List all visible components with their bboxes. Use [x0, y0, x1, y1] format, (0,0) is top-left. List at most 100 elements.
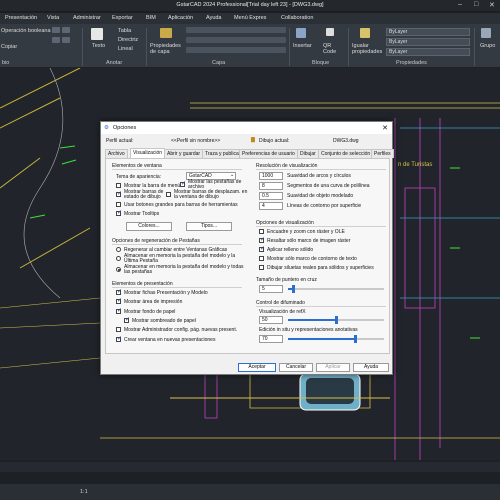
grupo-button[interactable]: Grupo	[480, 43, 495, 49]
divider	[112, 287, 242, 288]
tool-icon[interactable]	[62, 27, 70, 33]
fondo-papel-checkbox[interactable]	[116, 307, 122, 314]
tool-icon[interactable]	[52, 27, 60, 33]
area-impresion-label: Mostrar área de impresión	[124, 299, 183, 305]
lineweight-bylayer-select[interactable]: ByLayer	[386, 48, 470, 56]
edicion-slider-knob[interactable]	[354, 335, 358, 343]
text-icon[interactable]	[91, 28, 103, 40]
tab-preferencias[interactable]: Preferencias de usuario	[239, 149, 298, 158]
scrollbars-checkbox[interactable]	[166, 192, 171, 197]
command-line[interactable]	[0, 462, 500, 472]
marco-texto-checkbox[interactable]	[259, 256, 264, 261]
almacenar-todas-label: Almacenar en memoria la pestaña del mode…	[124, 264, 244, 275]
contorno-input[interactable]: 4	[259, 202, 283, 210]
tab-dibujar[interactable]: Dibujar	[297, 149, 319, 158]
divider	[256, 306, 386, 307]
color-bylayer-select[interactable]: ByLayer	[386, 28, 470, 36]
admin-config-checkbox[interactable]	[116, 327, 121, 332]
file-tabs-checkbox[interactable]	[180, 180, 186, 187]
lineal-button[interactable]: Lineal	[118, 46, 133, 52]
tooltips-checkbox[interactable]	[116, 209, 122, 216]
tool-icon[interactable]	[62, 37, 70, 43]
puntero-slider-knob[interactable]	[291, 285, 295, 293]
insert-icon[interactable]	[296, 28, 306, 38]
menu-item-menu-expres[interactable]: Menú Expres	[234, 15, 266, 21]
edicion-slider[interactable]	[288, 335, 384, 343]
menu-item-presentacion[interactable]: Presentación	[5, 15, 37, 21]
close-icon[interactable]: ✕	[489, 1, 495, 9]
almacenar-todas-radio[interactable]	[116, 267, 121, 272]
layer-properties-icon[interactable]	[160, 28, 172, 38]
crear-ventana-checkbox[interactable]	[116, 335, 122, 342]
tab-seleccion[interactable]: Conjunto de selección	[318, 149, 374, 158]
maximize-icon[interactable]: □	[474, 1, 478, 8]
crear-ventana-label: Crear ventana en nuevas presentaciones	[124, 337, 216, 343]
menu-item-exportar[interactable]: Exportar	[112, 15, 133, 21]
puntero-input[interactable]: 5	[259, 285, 283, 293]
minimize-icon[interactable]: –	[458, 1, 462, 8]
ayuda-button[interactable]: Ayuda	[353, 363, 389, 372]
tab-archivo[interactable]: Archivo	[105, 149, 128, 158]
copy-button[interactable]: Copiar	[1, 44, 17, 50]
tipos-button[interactable]: Tipos...	[186, 222, 232, 231]
match-properties-icon[interactable]	[360, 28, 370, 38]
dialog-close-icon[interactable]: ✕	[382, 124, 388, 132]
raster-ole-checkbox[interactable]	[259, 229, 264, 234]
relleno-solido-checkbox[interactable]	[259, 245, 265, 252]
xref-slider[interactable]	[288, 316, 384, 324]
puntero-slider[interactable]	[288, 285, 384, 293]
zoom-value: 1:1	[80, 489, 88, 495]
sombreado-checkbox[interactable]	[124, 316, 130, 323]
options-dialog: ⚙ Opciones ✕ Perfil actual: <<Perfil sin…	[100, 121, 394, 375]
cancelar-button[interactable]: Cancelar	[279, 363, 313, 372]
layer-toolbar-icons[interactable]	[186, 37, 286, 43]
menu-item-collaboration[interactable]: Collaboration	[281, 15, 313, 21]
colores-button[interactable]: Colores...	[126, 222, 172, 231]
tab-perfiles[interactable]: Perfiles	[371, 149, 394, 158]
propiedades-capa-button[interactable]: Propiedades de capa	[150, 43, 184, 55]
almacenar-ultima-radio[interactable]	[116, 256, 121, 261]
modelado-input[interactable]: 0.5	[259, 192, 283, 200]
menu-item-ayuda[interactable]: Ayuda	[206, 15, 222, 21]
texto-button[interactable]: Texto	[92, 43, 105, 49]
menu-item-aplicacion[interactable]: Aplicación	[168, 15, 193, 21]
insertar-button[interactable]: Insertar	[293, 43, 312, 49]
layer-toolbar-icons[interactable]	[186, 47, 286, 53]
igualar-propiedades-button[interactable]: Igualar propiedades	[352, 43, 382, 55]
xref-slider-knob[interactable]	[335, 316, 338, 324]
status-bars-checkbox[interactable]	[116, 190, 122, 197]
divider	[256, 169, 386, 170]
siluetas-checkbox[interactable]	[259, 265, 264, 270]
menu-bar-checkbox[interactable]	[116, 183, 121, 188]
ribbon: Operación booleana Copiar Texto Tabla Di…	[0, 24, 500, 68]
boolean-op-button[interactable]: Operación booleana	[1, 28, 51, 34]
menu-item-administrar[interactable]: Administrar	[73, 15, 101, 21]
arcos-input[interactable]: 1000	[259, 172, 283, 180]
large-buttons-checkbox[interactable]	[116, 202, 121, 207]
marco-raster-checkbox[interactable]	[259, 236, 265, 243]
aceptar-button[interactable]: Aceptar	[238, 363, 276, 372]
tab-abrir-guardar[interactable]: Abrir y guardar	[164, 149, 204, 158]
edicion-input[interactable]: 70	[259, 335, 283, 343]
polilinea-input[interactable]: 8	[259, 182, 283, 190]
tab-traza-publica[interactable]: Traza y publica	[202, 149, 242, 158]
xref-input[interactable]: 50	[259, 316, 283, 324]
tabla-button[interactable]: Tabla	[118, 28, 131, 34]
fichas-checkbox[interactable]	[116, 288, 122, 295]
aplicar-button[interactable]: Aplicar	[316, 363, 350, 372]
ribbon-separator	[146, 28, 147, 66]
layer-toolbar-icons[interactable]	[186, 27, 286, 33]
area-impresion-checkbox[interactable]	[116, 297, 122, 304]
qr-code-icon[interactable]	[326, 28, 334, 36]
tool-icon[interactable]	[52, 37, 60, 43]
raster-ole-label: Encuadre y zoom con ráster y OLE	[267, 229, 345, 235]
directriz-button[interactable]: Directriz	[118, 37, 138, 43]
group-icon[interactable]	[481, 28, 491, 38]
group-label: bio	[2, 60, 10, 66]
linetype-bylayer-select[interactable]: ByLayer	[386, 38, 470, 46]
qr-code-button[interactable]: QR Code	[323, 43, 337, 55]
menu-item-vista[interactable]: Vista	[47, 15, 59, 21]
regenerar-radio[interactable]	[116, 247, 121, 252]
menu-item-bim[interactable]: BIM	[146, 15, 156, 21]
tab-visualizacion[interactable]: Visualización	[130, 148, 166, 158]
